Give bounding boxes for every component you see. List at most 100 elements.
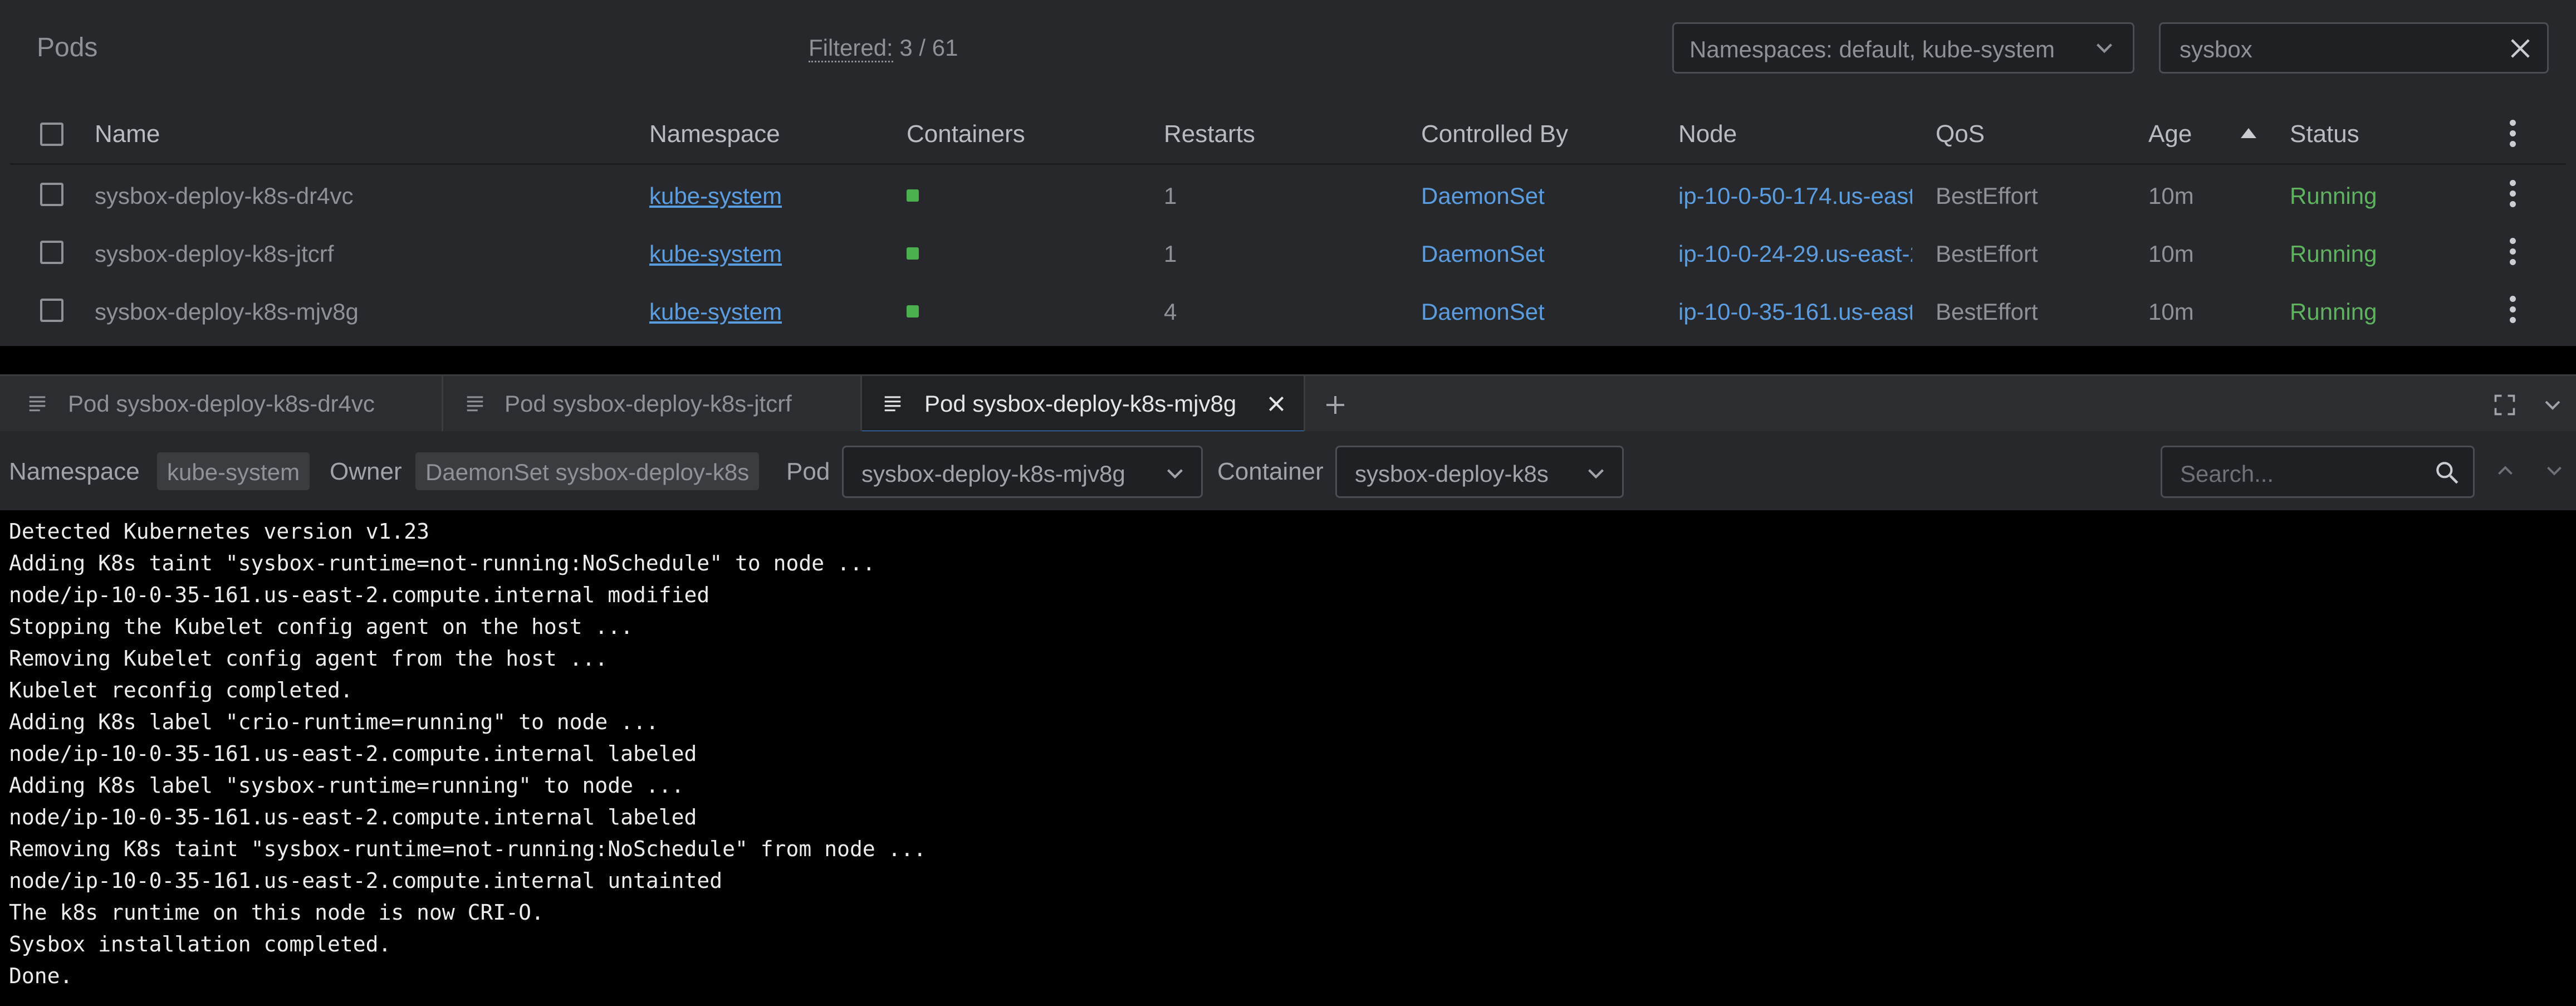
- fullscreen-icon[interactable]: [2492, 393, 2517, 417]
- dock-tab-label: Pod sysbox-deploy-k8s-jtcrf: [505, 390, 792, 417]
- page-title: Pods: [37, 33, 98, 62]
- restarts-count: 4: [1164, 299, 1177, 325]
- dock-tab-label: Pod sysbox-deploy-k8s-mjv8g: [924, 390, 1237, 417]
- chevron-down-icon: [1167, 469, 1183, 479]
- column-header-restarts[interactable]: Restarts: [1164, 120, 1255, 148]
- pods-panel: Pods Filtered: 3 / 61 Namespaces: defaul…: [0, 0, 2576, 346]
- container-select[interactable]: sysbox-deploy-k8s: [1335, 446, 1624, 498]
- status-value: Running: [2290, 183, 2377, 209]
- log-line: Stopping the Kubelet config agent on the…: [9, 614, 634, 639]
- namespace-filter-select[interactable]: Namespaces: default, kube-system: [1672, 22, 2134, 74]
- filtered-count: Filtered: 3 / 61: [809, 35, 958, 62]
- namespace-filter-value: Namespaces: default, kube-system: [1689, 36, 2055, 62]
- column-header-status[interactable]: Status: [2290, 120, 2359, 148]
- column-header-age[interactable]: Age: [2148, 120, 2192, 148]
- node-link[interactable]: ip-10-0-35-161.us-east-2.compute.interna…: [1678, 299, 1912, 325]
- column-header-controlled-by[interactable]: Controlled By: [1421, 120, 1568, 148]
- clear-search-icon[interactable]: [2506, 34, 2535, 63]
- owner-badge: DaemonSet sysbox-deploy-k8s: [415, 452, 760, 490]
- container-status-icon: [907, 247, 919, 260]
- collapse-dock-chevron-icon[interactable]: [2539, 392, 2566, 418]
- pod-label: Pod: [786, 458, 830, 485]
- namespace-link[interactable]: kube-system: [649, 183, 782, 209]
- table-row[interactable]: sysbox-deploy-k8s-dr4vc kube-system 1 Da…: [10, 166, 2566, 224]
- sort-ascending-icon: [2241, 128, 2256, 138]
- restarts-count: 1: [1164, 241, 1177, 267]
- log-line: Adding K8s label "crio-runtime=running" …: [9, 710, 659, 734]
- log-line: Adding K8s label "sysbox-runtime=running…: [9, 773, 684, 798]
- container-status-icon: [907, 305, 919, 318]
- log-output[interactable]: Detected Kubernetes version v1.23 Adding…: [0, 510, 2576, 1006]
- log-line: Removing Kubelet config agent from the h…: [9, 646, 608, 671]
- row-menu-icon[interactable]: [2509, 294, 2516, 328]
- dock-tab-log-2[interactable]: Pod sysbox-deploy-k8s-jtcrf: [443, 376, 862, 433]
- log-lines-icon: [29, 396, 46, 412]
- controlled-by-link[interactable]: DaemonSet: [1421, 241, 1545, 267]
- controlled-by-link[interactable]: DaemonSet: [1421, 183, 1545, 209]
- log-toolbar: Namespace kube-system Owner DaemonSet sy…: [0, 431, 2576, 510]
- row-menu-icon[interactable]: [2509, 236, 2516, 270]
- filtered-value: 3 / 61: [899, 35, 958, 61]
- row-checkbox[interactable]: [40, 183, 63, 206]
- column-header-node[interactable]: Node: [1678, 120, 1737, 148]
- log-lines-icon: [467, 396, 483, 412]
- namespace-link[interactable]: kube-system: [649, 241, 782, 267]
- column-header-containers[interactable]: Containers: [907, 120, 1025, 148]
- pod-name: sysbox-deploy-k8s-mjv8g: [95, 299, 359, 325]
- previous-match-chevron-up-icon[interactable]: [2492, 458, 2518, 484]
- dock-tab-log-3[interactable]: Pod sysbox-deploy-k8s-mjv8g: [862, 376, 1305, 433]
- next-match-chevron-down-icon[interactable]: [2541, 458, 2567, 484]
- search-icon: [2436, 462, 2459, 484]
- table-header: Name Namespace Containers Restarts Contr…: [10, 106, 2566, 165]
- new-tab-plus-icon[interactable]: [1322, 392, 1349, 418]
- pod-search-value: sysbox: [2180, 36, 2252, 62]
- log-line: Sysbox installation completed.: [9, 932, 391, 956]
- table-row[interactable]: sysbox-deploy-k8s-jtcrf kube-system 1 Da…: [10, 224, 2566, 282]
- pod-select-value: sysbox-deploy-k8s-mjv8g: [861, 461, 1125, 487]
- namespace-link[interactable]: kube-system: [649, 299, 782, 325]
- select-all-checkbox[interactable]: [40, 123, 63, 146]
- log-line: node/ip-10-0-35-161.us-east-2.compute.in…: [9, 583, 710, 607]
- qos-value: BestEffort: [1936, 299, 2038, 325]
- log-search-input[interactable]: Search...: [2161, 446, 2475, 498]
- row-checkbox[interactable]: [40, 299, 63, 322]
- log-line: Kubelet reconfig completed.: [9, 678, 353, 702]
- log-line: node/ip-10-0-35-161.us-east-2.compute.in…: [9, 741, 697, 766]
- age-value: 10m: [2148, 299, 2194, 325]
- qos-value: BestEffort: [1936, 183, 2038, 209]
- column-header-name[interactable]: Name: [95, 120, 160, 148]
- qos-value: BestEffort: [1936, 241, 2038, 267]
- pods-header: Pods Filtered: 3 / 61 Namespaces: defaul…: [0, 0, 2576, 97]
- age-value: 10m: [2148, 183, 2194, 209]
- container-select-value: sysbox-deploy-k8s: [1355, 461, 1549, 487]
- controlled-by-link[interactable]: DaemonSet: [1421, 299, 1545, 325]
- log-line: Done.: [9, 964, 73, 988]
- log-line: node/ip-10-0-35-161.us-east-2.compute.in…: [9, 805, 697, 829]
- table-row[interactable]: sysbox-deploy-k8s-mjv8g kube-system 4 Da…: [10, 282, 2566, 340]
- row-menu-icon[interactable]: [2509, 178, 2516, 212]
- pod-search-input[interactable]: sysbox: [2159, 22, 2549, 74]
- chevron-down-icon: [2097, 43, 2112, 53]
- column-header-qos[interactable]: QoS: [1936, 120, 1985, 148]
- age-value: 10m: [2148, 241, 2194, 267]
- namespace-label: Namespace: [9, 458, 140, 485]
- namespace-badge: kube-system: [157, 452, 310, 490]
- chevron-down-icon: [1588, 469, 1604, 479]
- dock-tab-log-1[interactable]: Pod sysbox-deploy-k8s-dr4vc: [0, 376, 443, 433]
- row-checkbox[interactable]: [40, 241, 63, 264]
- container-status-icon: [907, 189, 919, 202]
- log-line: Detected Kubernetes version v1.23: [9, 519, 429, 544]
- pod-select[interactable]: sysbox-deploy-k8s-mjv8g: [842, 446, 1203, 498]
- table-menu-icon[interactable]: [2509, 118, 2516, 152]
- node-link[interactable]: ip-10-0-24-29.us-east-2.compute.internal: [1678, 241, 1912, 267]
- restarts-count: 1: [1164, 183, 1177, 209]
- node-link[interactable]: ip-10-0-50-174.us-east-2.compute.interna…: [1678, 183, 1912, 209]
- log-search-placeholder: Search...: [2180, 461, 2274, 487]
- close-tab-icon[interactable]: [1265, 393, 1287, 415]
- dock-tab-bar: Pod sysbox-deploy-k8s-dr4vc Pod sysbox-d…: [0, 374, 2576, 433]
- owner-label: Owner: [330, 458, 402, 485]
- log-line: Removing K8s taint "sysbox-runtime=not-r…: [9, 837, 927, 861]
- log-line: Adding K8s taint "sysbox-runtime=not-run…: [9, 551, 875, 575]
- column-header-namespace[interactable]: Namespace: [649, 120, 780, 148]
- status-value: Running: [2290, 241, 2377, 267]
